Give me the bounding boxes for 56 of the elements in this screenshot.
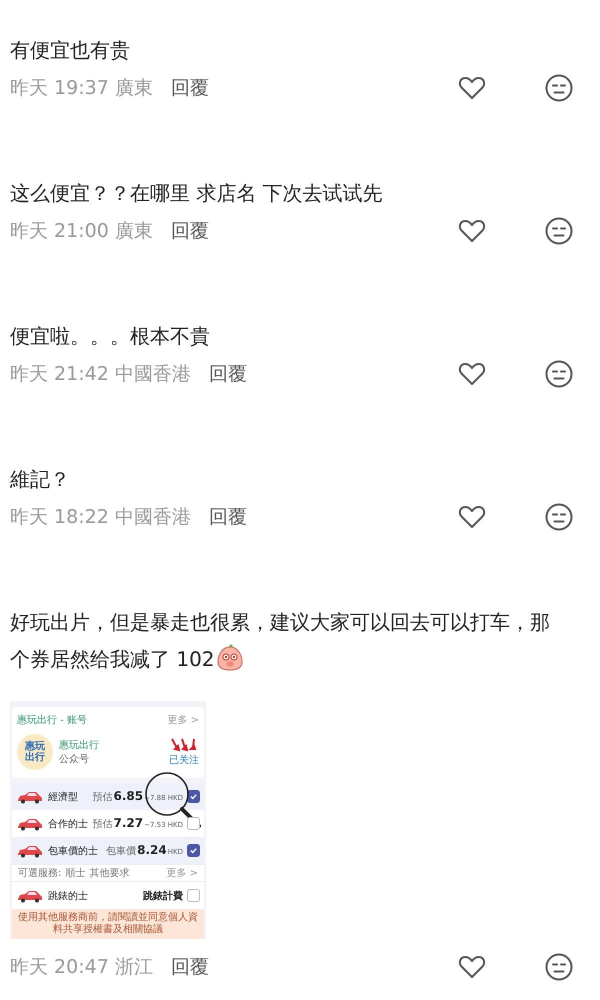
comment-location: 中國香港 (114, 505, 191, 530)
check-icon (189, 846, 198, 855)
car-icon (16, 844, 44, 858)
comment-time: 昨天 21:42 (10, 362, 109, 387)
reply-link[interactable]: 回覆 (170, 218, 209, 244)
car-type-label: 經濟型 (48, 790, 79, 804)
check-icon (189, 792, 198, 801)
emoji-face-icon[interactable] (544, 216, 574, 246)
comment-time: 昨天 19:37 (10, 76, 109, 101)
emoji-face-icon[interactable] (544, 502, 574, 532)
comment-location: 廣東 (114, 219, 153, 244)
comment-text: 好玩出片，但是暴走也很累，建议大家可以回去可以打车，那个券居然给我减了 102 (10, 609, 551, 673)
reply-link[interactable]: 回覆 (208, 361, 247, 387)
comment-time: 昨天 18:22 (10, 505, 109, 530)
reply-link[interactable]: 回覆 (170, 954, 209, 980)
account-name: 惠玩出行 (59, 738, 100, 752)
logo-text: 出行 (25, 752, 45, 763)
price-label: 包車價 (106, 844, 136, 858)
reply-link[interactable]: 回覆 (208, 504, 247, 530)
car-icon (16, 888, 44, 902)
emoji-face-icon[interactable] (544, 952, 574, 982)
price-label: 預估 (92, 818, 112, 831)
emoji-face-icon[interactable] (544, 73, 574, 103)
comment-location: 中國香港 (114, 362, 191, 387)
emoji-face-icon[interactable] (544, 359, 574, 389)
logo-text: 惠玩 (25, 741, 45, 752)
arrows-drawing (169, 737, 199, 753)
comment-text: 維記？ (10, 466, 71, 493)
comment-time: 昨天 21:00 (10, 219, 109, 244)
price-value: 8.24 (137, 843, 167, 857)
comment-text: 这么便宜？？在哪里 求店名 下次去试试先 (10, 180, 384, 207)
comment-text: 便宜啦。。。根本不貴 (10, 323, 211, 350)
price-value: 7.27 (113, 816, 144, 830)
price-value: 6.85 (113, 789, 144, 803)
follow-status: 已关注 (169, 754, 199, 767)
services-label: 可選服務: (18, 867, 62, 880)
checkbox[interactable] (187, 889, 200, 902)
account-type: 公众号 (59, 753, 90, 766)
checkbox[interactable] (187, 817, 200, 830)
price-label: 預估 (92, 791, 112, 804)
comment-text: 有便宜也有贵 (10, 37, 131, 64)
notice-text: 使用其他服務商前，請閱讀並同意個人資料共享授權書及相關協議 (12, 909, 204, 939)
car-icon (16, 790, 44, 804)
price-label: 跳錶計費 (143, 890, 183, 902)
car-type-label: 合作的士 (48, 818, 88, 830)
reply-link[interactable]: 回覆 (170, 75, 209, 101)
car-type-label: 跳錶的士 (48, 890, 89, 902)
comment-location: 浙江 (114, 955, 153, 980)
comment-time: 昨天 20:47 (10, 955, 109, 980)
service-option[interactable]: 順士 (65, 866, 86, 880)
comment-location: 廣東 (114, 76, 153, 101)
car-type-label: 包車價的士 (48, 844, 99, 858)
service-option[interactable]: 其他要求 (89, 866, 130, 880)
car-icon (16, 816, 44, 830)
checkbox[interactable] (187, 844, 200, 857)
account-title: 惠玩出行 - 账号 (17, 714, 87, 727)
